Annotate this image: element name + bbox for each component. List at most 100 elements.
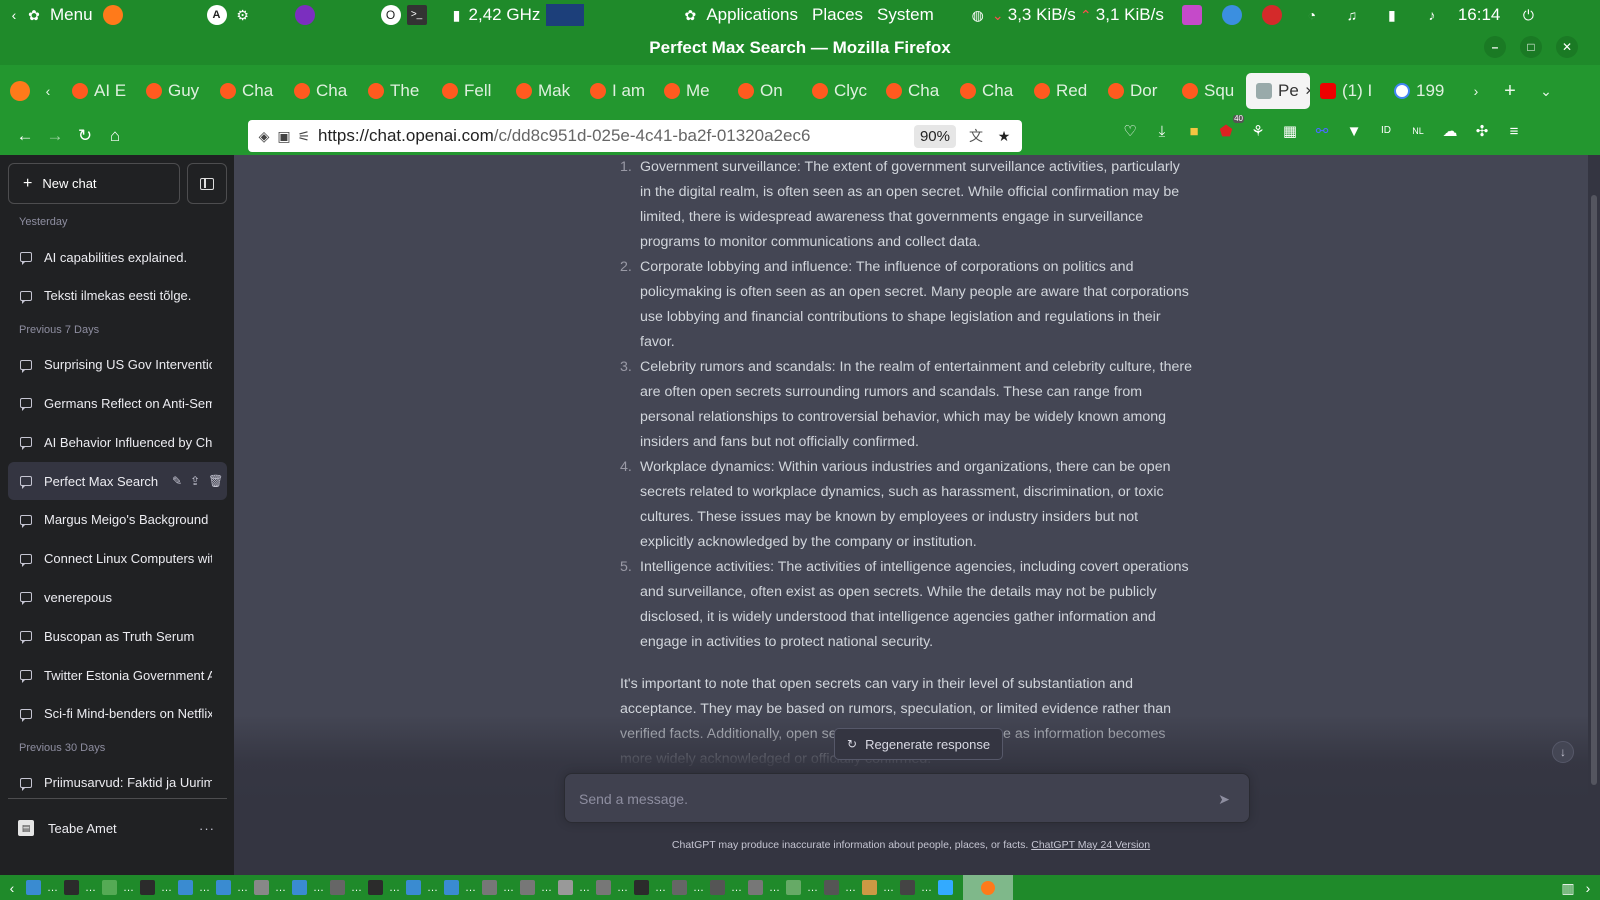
new-chat-button[interactable]: + New chat: [8, 163, 180, 204]
tab-10[interactable]: Clyc: [802, 73, 876, 109]
chat-history-item[interactable]: Surprising US Gov Intervention: [8, 346, 227, 384]
chat-history-item[interactable]: Germans Reflect on Anti-Semiti: [8, 384, 227, 422]
back-icon[interactable]: ←: [10, 121, 40, 151]
taskbar-app-icon[interactable]: [254, 880, 269, 895]
taskbar-scroll-right-icon[interactable]: ›: [1578, 878, 1598, 898]
taskbar-app-icon[interactable]: [140, 880, 155, 895]
taskbar-app-icon[interactable]: [406, 880, 421, 895]
taskbar-app-icon[interactable]: [596, 880, 611, 895]
tab-8[interactable]: Me: [654, 73, 728, 109]
permissions-icon[interactable]: ⚟: [294, 126, 314, 146]
taskbar-app-icon[interactable]: [824, 880, 839, 895]
tab-14[interactable]: Dor: [1098, 73, 1172, 109]
taskbar-app-icon[interactable]: [368, 880, 383, 895]
url-text[interactable]: https://chat.openai.com/c/dd8c951d-025e-…: [318, 126, 914, 146]
settings-gear-icon[interactable]: ⚙: [233, 5, 253, 25]
tor-browser-icon[interactable]: [294, 5, 315, 25]
home-icon[interactable]: ⌂: [100, 121, 130, 151]
edit-icon[interactable]: ✎: [172, 474, 182, 488]
tab-0[interactable]: AI E: [62, 73, 136, 109]
chat-history-item[interactable]: Connect Linux Computers with: [8, 540, 227, 578]
more-options-icon[interactable]: ···: [199, 821, 215, 836]
taskbar-scroll-left-icon[interactable]: ‹: [2, 878, 22, 898]
taskbar-app-icon[interactable]: [558, 880, 573, 895]
menu-button[interactable]: Menu: [50, 5, 93, 25]
firefox-view-icon[interactable]: [10, 81, 30, 101]
taskbar-app-icon[interactable]: [710, 880, 725, 895]
system-menu[interactable]: System: [877, 5, 934, 25]
tab-18[interactable]: 199: [1384, 73, 1458, 109]
chat-history-item[interactable]: Sci-fi Mind-benders on Netflix: [8, 695, 227, 733]
tab-9[interactable]: On: [728, 73, 802, 109]
opera-icon[interactable]: O: [380, 5, 401, 25]
version-link[interactable]: ChatGPT May 24 Version: [1031, 839, 1150, 851]
notification-bell-icon[interactable]: ♫: [1342, 5, 1362, 25]
wifi-icon[interactable]: ◔: [1302, 5, 1322, 25]
tab-13[interactable]: Red: [1024, 73, 1098, 109]
extensions-puzzle-icon[interactable]: ✣: [1472, 121, 1492, 141]
taskbar-app-icon[interactable]: [786, 880, 801, 895]
share-icon[interactable]: ⇪: [190, 474, 200, 488]
user-menu[interactable]: ▤ Teabe Amet ···: [8, 809, 227, 847]
scrollbar-thumb[interactable]: [1591, 195, 1597, 785]
pocket-icon[interactable]: ♡: [1120, 121, 1140, 141]
send-icon[interactable]: ➤: [1213, 788, 1235, 810]
taskbar-app-icon[interactable]: [634, 880, 649, 895]
extension-leaf-icon[interactable]: ⚘: [1248, 121, 1268, 141]
trash-icon[interactable]: ▥: [1558, 878, 1578, 898]
extension-folder-icon[interactable]: ■: [1184, 121, 1204, 141]
extension-link-icon[interactable]: ⚯: [1312, 121, 1332, 141]
extension-filter-icon[interactable]: ▼: [1344, 121, 1364, 141]
tray-red-icon[interactable]: [1261, 5, 1282, 25]
tab-1[interactable]: Guy: [136, 73, 210, 109]
hide-sidebar-button[interactable]: [187, 163, 227, 204]
tab-7[interactable]: I am: [580, 73, 654, 109]
minimize-icon[interactable]: –: [1484, 36, 1506, 58]
delete-icon[interactable]: 🗑: [208, 474, 223, 488]
taskbar-app-icon[interactable]: [748, 880, 763, 895]
chat-history-item[interactable]: venerepous: [8, 578, 227, 616]
chat-history-item[interactable]: AI Behavior Influenced by Chat: [8, 423, 227, 461]
taskbar-app-icon[interactable]: [102, 880, 117, 895]
forward-icon[interactable]: →: [40, 121, 70, 151]
taskbar-app-icon[interactable]: [216, 880, 231, 895]
taskbar-app-icon[interactable]: [482, 880, 497, 895]
tab-2[interactable]: Cha: [210, 73, 284, 109]
panel-scroll-left-icon[interactable]: ‹: [4, 5, 24, 25]
menu-icon[interactable]: ✿: [24, 5, 44, 25]
tracking-shield-icon[interactable]: ◈: [254, 126, 274, 146]
chat-history-item[interactable]: Twitter Estonia Government Acc: [8, 656, 227, 694]
tab-17[interactable]: (1) I: [1310, 73, 1384, 109]
tab-16[interactable]: Pe ✕: [1246, 73, 1310, 109]
tab-5[interactable]: Fell: [432, 73, 506, 109]
taskbar-app-icon[interactable]: [26, 880, 41, 895]
new-tab-icon[interactable]: +: [1500, 81, 1520, 101]
firefox-launcher-icon[interactable]: [102, 5, 123, 25]
tab-scroll-left-icon[interactable]: ‹: [38, 81, 58, 101]
chat-history-item[interactable]: AI capabilities explained.: [8, 238, 227, 276]
downloads-icon[interactable]: ⤓: [1152, 121, 1172, 141]
applications-menu[interactable]: Applications: [706, 5, 798, 25]
lock-icon[interactable]: ▣: [274, 126, 294, 146]
zoom-level[interactable]: 90%: [913, 124, 956, 148]
taskbar-app-icon[interactable]: [64, 880, 79, 895]
close-window-icon[interactable]: ✕: [1556, 36, 1578, 58]
taskbar-app-icon[interactable]: [330, 880, 345, 895]
chat-history-item[interactable]: Perfect Max Search ✎ ⇪ 🗑: [8, 462, 227, 500]
bookmark-star-icon[interactable]: ★: [994, 126, 1014, 146]
app-a-icon[interactable]: A: [206, 5, 227, 25]
list-all-tabs-icon[interactable]: ⌄: [1536, 81, 1556, 101]
chat-history-item[interactable]: Priimusarvud: Faktid ja Uurimus: [8, 764, 227, 802]
taskbar-app-icon[interactable]: [900, 880, 915, 895]
tab-6[interactable]: Mak: [506, 73, 580, 109]
tray-globe-icon[interactable]: [1221, 5, 1242, 25]
tab-12[interactable]: Cha: [950, 73, 1024, 109]
chat-history-item[interactable]: Buscopan as Truth Serum: [8, 617, 227, 655]
regenerate-response-button[interactable]: ↻ Regenerate response: [834, 728, 1004, 760]
scroll-to-bottom-button[interactable]: ↓: [1552, 741, 1574, 763]
tray-purple-icon[interactable]: [1181, 5, 1202, 25]
tab-3[interactable]: Cha: [284, 73, 358, 109]
tab-4[interactable]: The: [358, 73, 432, 109]
taskbar-app-icon[interactable]: [292, 880, 307, 895]
taskbar-app-icon[interactable]: [862, 880, 877, 895]
